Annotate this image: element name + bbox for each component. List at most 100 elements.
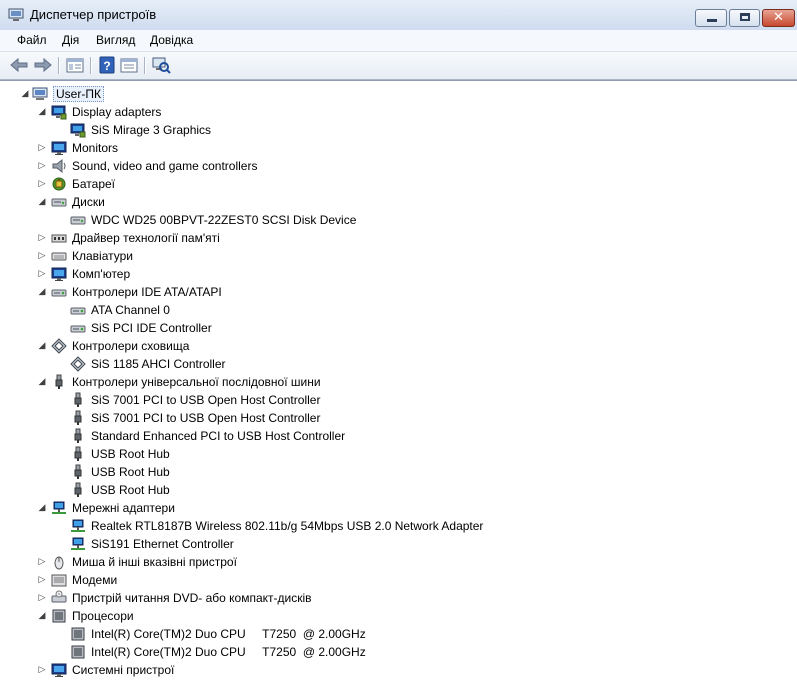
tree-row[interactable]: Realtek RTL8187B Wireless 802.11b/g 54Mb… [0,517,797,535]
tree-item-label: Контролери універсальної послідовної шин… [72,375,321,389]
tree-row[interactable]: SiS 7001 PCI to USB Open Host Controller [0,409,797,427]
minimize-button[interactable] [695,9,727,27]
expand-toggle-icon[interactable]: ▷ [37,229,47,247]
tree-row[interactable]: SiS 1185 AHCI Controller [0,355,797,373]
tree-row[interactable]: ◢ Контролери сховища [0,337,797,355]
tree-item-label: Пристрій читання DVD- або компакт-дисків [72,591,312,605]
tree-item-label: Мережні адаптери [72,501,175,515]
menu-help[interactable]: Довідка [150,33,193,47]
device-manager-app-icon [8,8,24,21]
monitor-icon [51,267,67,281]
collapse-toggle-icon[interactable]: ◢ [37,193,47,211]
menu-view[interactable]: Вигляд [96,33,135,47]
display-icon [70,123,86,138]
tree-row[interactable]: ▷ Миша й інші вказівні пристрої [0,553,797,571]
memory-icon [51,234,67,243]
collapse-toggle-icon[interactable]: ◢ [37,283,47,301]
tree-row[interactable]: ◢ Контролери універсальної послідовної ши… [0,373,797,391]
tree-row[interactable]: SiS PCI IDE Controller [0,319,797,337]
collapse-toggle-icon[interactable]: ◢ [20,85,30,103]
tree-item-label: Модеми [72,573,118,587]
network-icon [52,501,66,514]
menu-file[interactable]: Файл [17,33,47,47]
toolbar: ? [0,52,797,80]
expand-toggle-icon[interactable]: ▷ [37,661,47,679]
disk-icon [51,198,67,207]
maximize-button[interactable] [729,9,760,27]
collapse-toggle-icon[interactable]: ◢ [37,499,47,517]
tree-row[interactable]: ◢ Мережні адаптери [0,499,797,517]
tree-row[interactable]: ATA Channel 0 [0,301,797,319]
tree-row[interactable]: ◢ Процесори [0,607,797,625]
usb-icon [74,392,82,407]
show-hide-console-tree-icon[interactable] [64,55,86,75]
maximize-icon [740,13,750,21]
tree-row[interactable]: USB Root Hub [0,481,797,499]
expand-toggle-icon[interactable]: ▷ [37,265,47,283]
close-icon: ✕ [773,10,784,25]
tree-item-label: Realtek RTL8187B Wireless 802.11b/g 54Mb… [91,519,484,533]
tree-row[interactable]: Standard Enhanced PCI to USB Host Contro… [0,427,797,445]
tree-row[interactable]: Intel(R) Core(TM)2 Duo CPU T7250 @ 2.00G… [0,625,797,643]
expand-toggle-icon[interactable]: ▷ [37,157,47,175]
tree-item-label: USB Root Hub [91,465,170,479]
tree-item-label: Monitors [72,141,119,155]
tree-row[interactable]: ▷ Системні пристрої [0,661,797,679]
ide-controller-icon [51,289,67,297]
tree-item-label: USB Root Hub [91,483,170,497]
tree-row[interactable]: ◢ Контролери IDE ATA/ATAPI [0,283,797,301]
tree-row[interactable]: SiS 7001 PCI to USB Open Host Controller [0,391,797,409]
tree-row[interactable]: ▷ Модеми [0,571,797,589]
tree-item-label: Комп'ютер [72,267,131,281]
collapse-toggle-icon[interactable]: ◢ [37,373,47,391]
expand-toggle-icon[interactable]: ▷ [37,247,47,265]
tree-item-label: SiS 1185 AHCI Controller [91,357,226,371]
tree-row[interactable]: ▷ Monitors [0,139,797,157]
tree-row[interactable]: ◢ User-ПК [0,85,797,103]
tree-item-label: Клавіатури [72,249,133,263]
expand-toggle-icon[interactable]: ▷ [37,553,47,571]
tree-item-label: SiS 7001 PCI to USB Open Host Controller [91,411,321,425]
tree-row[interactable]: Intel(R) Core(TM)2 Duo CPU T7250 @ 2.00G… [0,643,797,661]
battery-icon [52,177,66,191]
expand-toggle-icon[interactable]: ▷ [37,139,47,157]
tree-row[interactable]: ◢ Display adapters [0,103,797,121]
tree-row[interactable]: SiS Mirage 3 Graphics [0,121,797,139]
menu-action[interactable]: Дія [62,33,79,47]
mouse-icon [54,556,64,570]
collapse-toggle-icon[interactable]: ◢ [37,103,47,121]
tree-row[interactable]: ▷ Драйвер технології пам'яті [0,229,797,247]
forward-arrow-icon[interactable] [32,55,54,75]
usb-icon [74,464,82,479]
tree-row[interactable]: USB Root Hub [0,445,797,463]
properties-icon[interactable] [118,55,140,75]
tree-row[interactable]: SiS191 Ethernet Controller [0,535,797,553]
expand-toggle-icon[interactable]: ▷ [37,571,47,589]
expand-toggle-icon[interactable]: ▷ [37,175,47,193]
monitor-icon [51,663,67,677]
tree-item-label: Standard Enhanced PCI to USB Host Contro… [91,429,346,443]
network-icon [71,519,85,532]
tree-row[interactable]: WDC WD25 00BPVT-22ZEST0 SCSI Disk Device [0,211,797,229]
device-tree: ◢ User-ПК ◢ Display adapters SiS Mirage 3 Gr… [0,80,797,692]
tree-row[interactable]: ▷ Sound, video and game controllers [0,157,797,175]
tree-row[interactable]: ▷ Комп'ютер [0,265,797,283]
tree-row[interactable]: ▷ Пристрій читання DVD- або компакт-дискі… [0,589,797,607]
tree-row[interactable]: ▷ Клавіатури [0,247,797,265]
help-icon[interactable]: ? [96,55,118,75]
toolbar-separator [144,57,145,74]
title-bar[interactable]: Диспетчер пристроїв ✕ [0,0,797,31]
tree-row[interactable]: ◢ Диски [0,193,797,211]
expand-toggle-icon[interactable]: ▷ [37,589,47,607]
tree-item-label: Процесори [72,609,134,623]
dvd-drive-icon [51,590,67,603]
tree-item-label: WDC WD25 00BPVT-22ZEST0 SCSI Disk Device [91,213,357,227]
collapse-toggle-icon[interactable]: ◢ [37,337,47,355]
tree-item-label: SiS 7001 PCI to USB Open Host Controller [91,393,321,407]
back-arrow-icon[interactable] [8,55,30,75]
collapse-toggle-icon[interactable]: ◢ [37,607,47,625]
close-button[interactable]: ✕ [762,9,795,27]
scan-hardware-changes-icon[interactable] [150,55,172,75]
tree-row[interactable]: ▷ Батареї [0,175,797,193]
tree-row[interactable]: USB Root Hub [0,463,797,481]
